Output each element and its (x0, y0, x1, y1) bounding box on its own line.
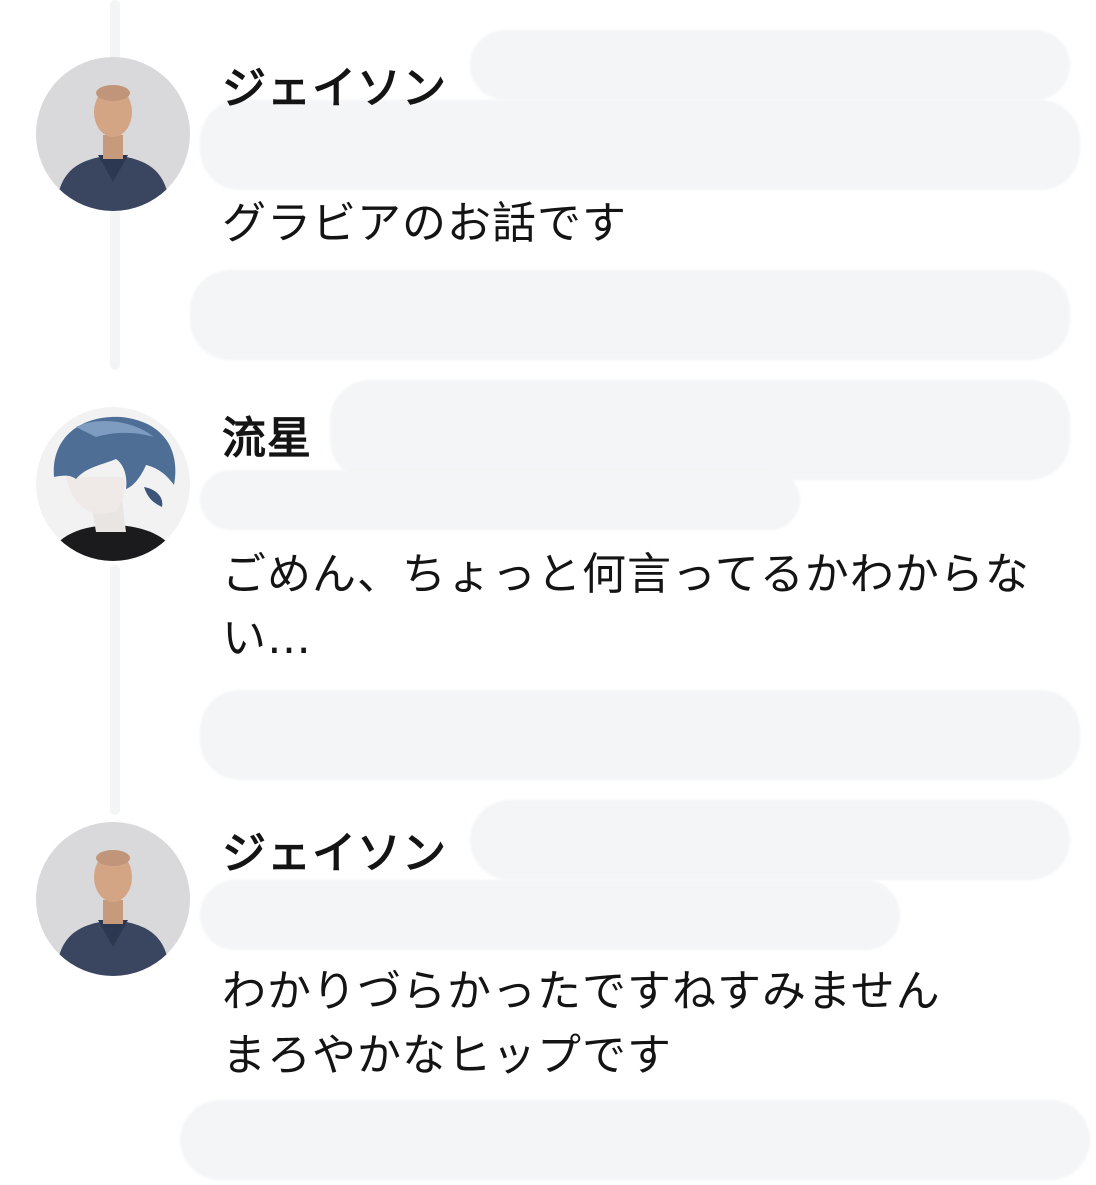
redaction-smudge (330, 380, 1070, 480)
author-name[interactable]: ジェイソン (222, 817, 447, 881)
redaction-smudge (200, 470, 800, 530)
author-name[interactable]: ジェイソン (222, 52, 447, 116)
redaction-smudge (470, 30, 1070, 100)
redaction-smudge (180, 1100, 1090, 1180)
redaction-smudge (200, 690, 1080, 780)
thread-line (110, 565, 120, 815)
redaction-smudge (200, 880, 900, 950)
avatar[interactable] (36, 407, 190, 561)
message-text: グラビアのお話です (222, 198, 627, 249)
message-text: ごめん、ちょっと何言ってるかわからない… (222, 549, 1030, 664)
message-text-line: わかりづらかったですねすみません (222, 966, 941, 1017)
avatar[interactable] (36, 822, 190, 976)
author-name[interactable]: 流星 (222, 402, 312, 466)
avatar[interactable] (36, 57, 190, 211)
anime-blue-hair-avatar-icon (36, 407, 190, 561)
redaction-smudge (190, 270, 1070, 360)
man-in-navy-shirt-avatar-icon (36, 822, 190, 976)
message-text-line: まろやかなヒップです (222, 1030, 672, 1081)
redaction-smudge (470, 800, 1070, 880)
message-text: わかりづらかったですねすみません まろやかなヒップです (222, 960, 1072, 1088)
man-in-navy-shirt-avatar-icon (36, 57, 190, 211)
